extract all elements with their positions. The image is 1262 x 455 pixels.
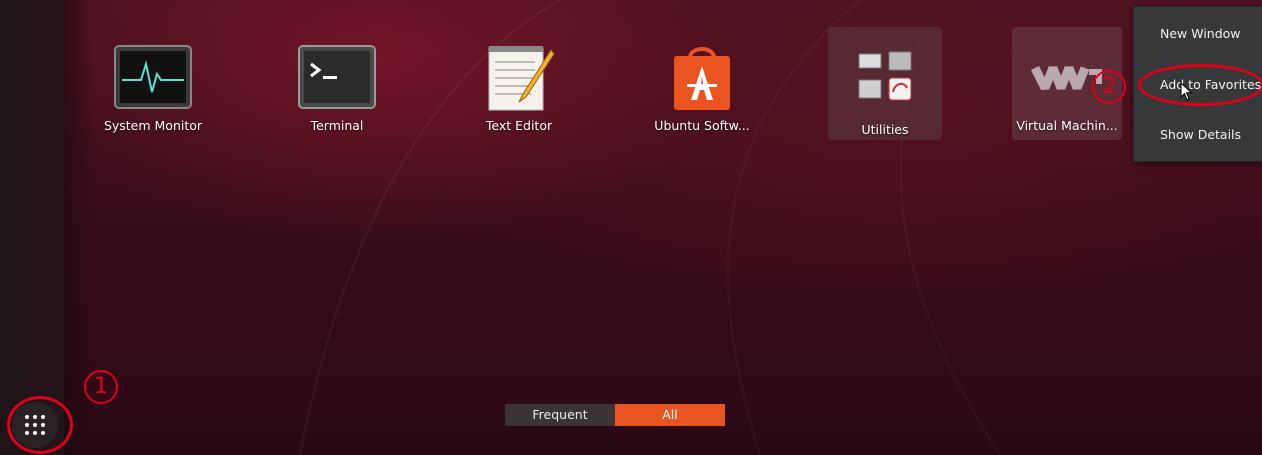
system-monitor-icon	[114, 45, 192, 109]
text-editor-icon	[488, 46, 555, 111]
menu-item-new-window[interactable]: New Window	[1134, 19, 1262, 49]
app-label: System Monitor	[103, 118, 203, 133]
annotation-step-1: 1	[84, 370, 118, 404]
menu-item-add-to-favorites[interactable]: Add to Favorites	[1134, 70, 1262, 100]
utilities-folder-icon	[858, 51, 912, 101]
app-ubuntu-software[interactable]: Ubuntu Softw...	[622, 28, 782, 143]
view-switcher: Frequent All	[505, 404, 725, 426]
terminal-icon	[298, 45, 376, 109]
tab-all[interactable]: All	[615, 404, 725, 426]
ubuntu-software-icon	[674, 47, 730, 110]
menu-item-show-details[interactable]: Show Details	[1134, 120, 1262, 150]
app-system-monitor[interactable]: System Monitor	[73, 28, 233, 143]
app-label: Virtual Machin...	[1016, 118, 1118, 133]
app-label: Text Editor	[485, 118, 553, 133]
app-label: Terminal	[310, 118, 364, 133]
app-label: Utilities	[861, 122, 909, 137]
app-label: Ubuntu Softw...	[654, 118, 750, 133]
app-context-menu: New Window Add to Favorites Show Details	[1133, 6, 1262, 162]
show-applications-button[interactable]	[12, 402, 58, 448]
grid-icon	[25, 415, 45, 435]
annotation-step-2: 2	[1092, 70, 1126, 104]
app-text-editor[interactable]: Text Editor	[439, 28, 599, 143]
tab-frequent[interactable]: Frequent	[505, 404, 615, 426]
app-utilities-folder[interactable]: Utilities	[805, 28, 965, 143]
mouse-pointer-icon	[1180, 82, 1193, 101]
dock	[0, 0, 64, 455]
app-terminal[interactable]: Terminal	[257, 28, 417, 143]
